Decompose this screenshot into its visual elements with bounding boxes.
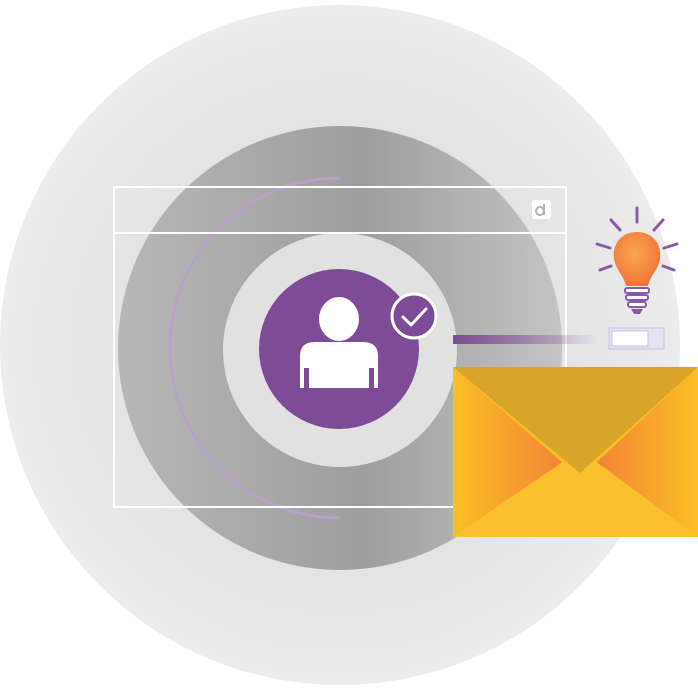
toggle-switch-icon bbox=[608, 327, 665, 350]
user-avatar-icon bbox=[259, 269, 419, 429]
envelope-icon bbox=[453, 367, 698, 537]
illustration bbox=[0, 0, 698, 692]
illustration-canvas bbox=[0, 5, 698, 685]
connector-bar bbox=[453, 335, 599, 344]
check-badge-icon bbox=[390, 292, 438, 340]
browser-menu-icon bbox=[532, 200, 551, 219]
